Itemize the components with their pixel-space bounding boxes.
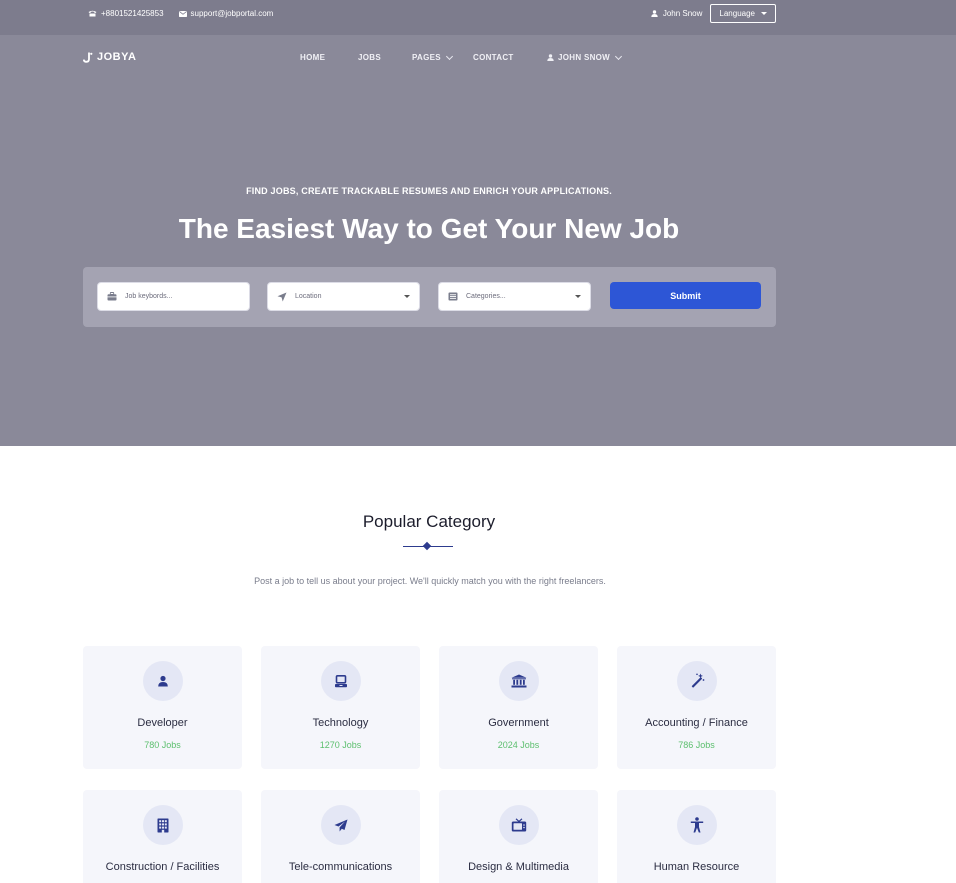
nav-contact-label: CONTACT	[473, 53, 514, 62]
nav-item-pages[interactable]: PAGES	[412, 52, 453, 62]
phone-info[interactable]: +8801521425853	[88, 9, 164, 18]
category-card-government[interactable]: Government 2024 Jobs	[439, 646, 598, 769]
keywords-field[interactable]: Job keybords...	[97, 282, 250, 311]
hero-subtitle: FIND JOBS, CREATE TRACKABLE RESUMES AND …	[246, 186, 612, 196]
category-card-accounting-finance[interactable]: Accounting / Finance 786 Jobs	[617, 646, 776, 769]
category-name: Human Resource	[653, 861, 740, 873]
main-navbar: JOBYA HOME JOBS PAGES CONTACT JOHN SNOW	[0, 35, 956, 81]
category-icon-circle	[499, 661, 539, 701]
user-icon	[651, 10, 658, 17]
email-info[interactable]: support@jobportal.com	[178, 9, 274, 18]
nav-item-user[interactable]: JOHN SNOW	[547, 52, 623, 62]
language-dropdown[interactable]: Language	[710, 4, 776, 23]
category-job-count: 1270 Jobs	[319, 740, 362, 750]
hero-headline: The Easiest Way to Get Your New Job	[178, 213, 680, 244]
categories-placeholder: Categories...	[466, 293, 506, 300]
category-job-count: 780 Jobs	[144, 740, 181, 750]
chevron-down-icon	[445, 52, 453, 60]
diamond-icon	[422, 541, 432, 551]
keywords-placeholder: Job keybords...	[125, 293, 173, 300]
list-icon	[448, 292, 458, 302]
nav-home-label: HOME	[300, 53, 326, 62]
top-bar: +8801521425853 support@jobportal.com Joh…	[0, 0, 956, 35]
nav-item-home[interactable]: HOME	[300, 53, 325, 62]
logo-text: JOBYA	[97, 51, 137, 63]
magic-wand-icon	[691, 673, 705, 688]
title-divider	[403, 541, 453, 551]
person-icon	[690, 817, 704, 833]
category-name: Developer	[137, 717, 188, 729]
nav-jobs-label: JOBS	[358, 53, 381, 62]
nav-pages-label: PAGES	[412, 53, 441, 62]
category-card-technology[interactable]: Technology 1270 Jobs	[261, 646, 420, 769]
categories-select[interactable]: Categories...	[438, 282, 591, 311]
job-search-form: Job keybords... Location Categories... S…	[83, 267, 776, 327]
hero-section: +8801521425853 support@jobportal.com Joh…	[0, 0, 956, 446]
laptop-icon	[335, 674, 347, 687]
category-name: Government	[488, 717, 549, 729]
user-icon	[547, 54, 554, 61]
category-icon-circle	[499, 805, 539, 845]
phone-icon	[88, 10, 97, 17]
category-card-developer[interactable]: Developer 780 Jobs	[83, 646, 242, 769]
category-icon-circle	[143, 805, 183, 845]
category-name: Technology	[312, 717, 369, 729]
phone-number: +8801521425853	[101, 9, 164, 18]
category-icon-circle	[677, 661, 717, 701]
caret-down-icon	[761, 12, 767, 15]
location-select[interactable]: Location	[267, 282, 420, 311]
category-icon-circle	[321, 805, 361, 845]
chevron-down-icon	[615, 52, 623, 60]
category-name: Construction / Facilities	[105, 861, 220, 873]
caret-down-icon	[575, 295, 581, 298]
topbar-user-name: John Snow	[662, 9, 703, 18]
location-placeholder: Location	[295, 293, 322, 300]
building-icon	[157, 818, 169, 832]
language-label: Language	[719, 9, 755, 18]
logo-icon	[83, 52, 93, 63]
topbar-account: John Snow Language	[651, 4, 776, 23]
submit-button[interactable]: Submit	[610, 282, 761, 309]
category-name: Design & Multimedia	[468, 861, 569, 873]
briefcase-icon	[107, 292, 117, 302]
location-arrow-icon	[277, 292, 287, 302]
nav-user-label: JOHN SNOW	[558, 53, 611, 62]
section-description: Post a job to tell us about your project…	[254, 576, 606, 586]
category-icon-circle	[143, 661, 183, 701]
paper-plane-icon	[334, 819, 348, 831]
building-columns-icon	[511, 674, 527, 688]
tv-icon	[511, 818, 527, 832]
section-title: Popular Category	[362, 512, 496, 531]
nav-item-jobs[interactable]: JOBS	[358, 53, 381, 62]
category-icon-circle	[321, 661, 361, 701]
logo[interactable]: JOBYA	[83, 51, 136, 63]
category-name: Accounting / Finance	[645, 717, 748, 729]
category-card-human-resource[interactable]: Human Resource	[617, 790, 776, 883]
category-card-design-multimedia[interactable]: Design & Multimedia	[439, 790, 598, 883]
category-name: Tele-communications	[288, 861, 393, 873]
category-card-construction-facilities[interactable]: Construction / Facilities	[83, 790, 242, 883]
category-icon-circle	[677, 805, 717, 845]
topbar-user[interactable]: John Snow	[651, 9, 703, 18]
nav-item-contact[interactable]: CONTACT	[473, 53, 514, 62]
caret-down-icon	[404, 295, 410, 298]
category-card-tele-communications[interactable]: Tele-communications	[261, 790, 420, 883]
user-icon	[158, 675, 168, 687]
envelope-icon	[178, 10, 187, 17]
contact-info: +8801521425853 support@jobportal.com	[88, 9, 273, 18]
category-job-count: 786 Jobs	[678, 740, 715, 750]
email-address: support@jobportal.com	[190, 9, 274, 18]
category-job-count: 2024 Jobs	[497, 740, 540, 750]
